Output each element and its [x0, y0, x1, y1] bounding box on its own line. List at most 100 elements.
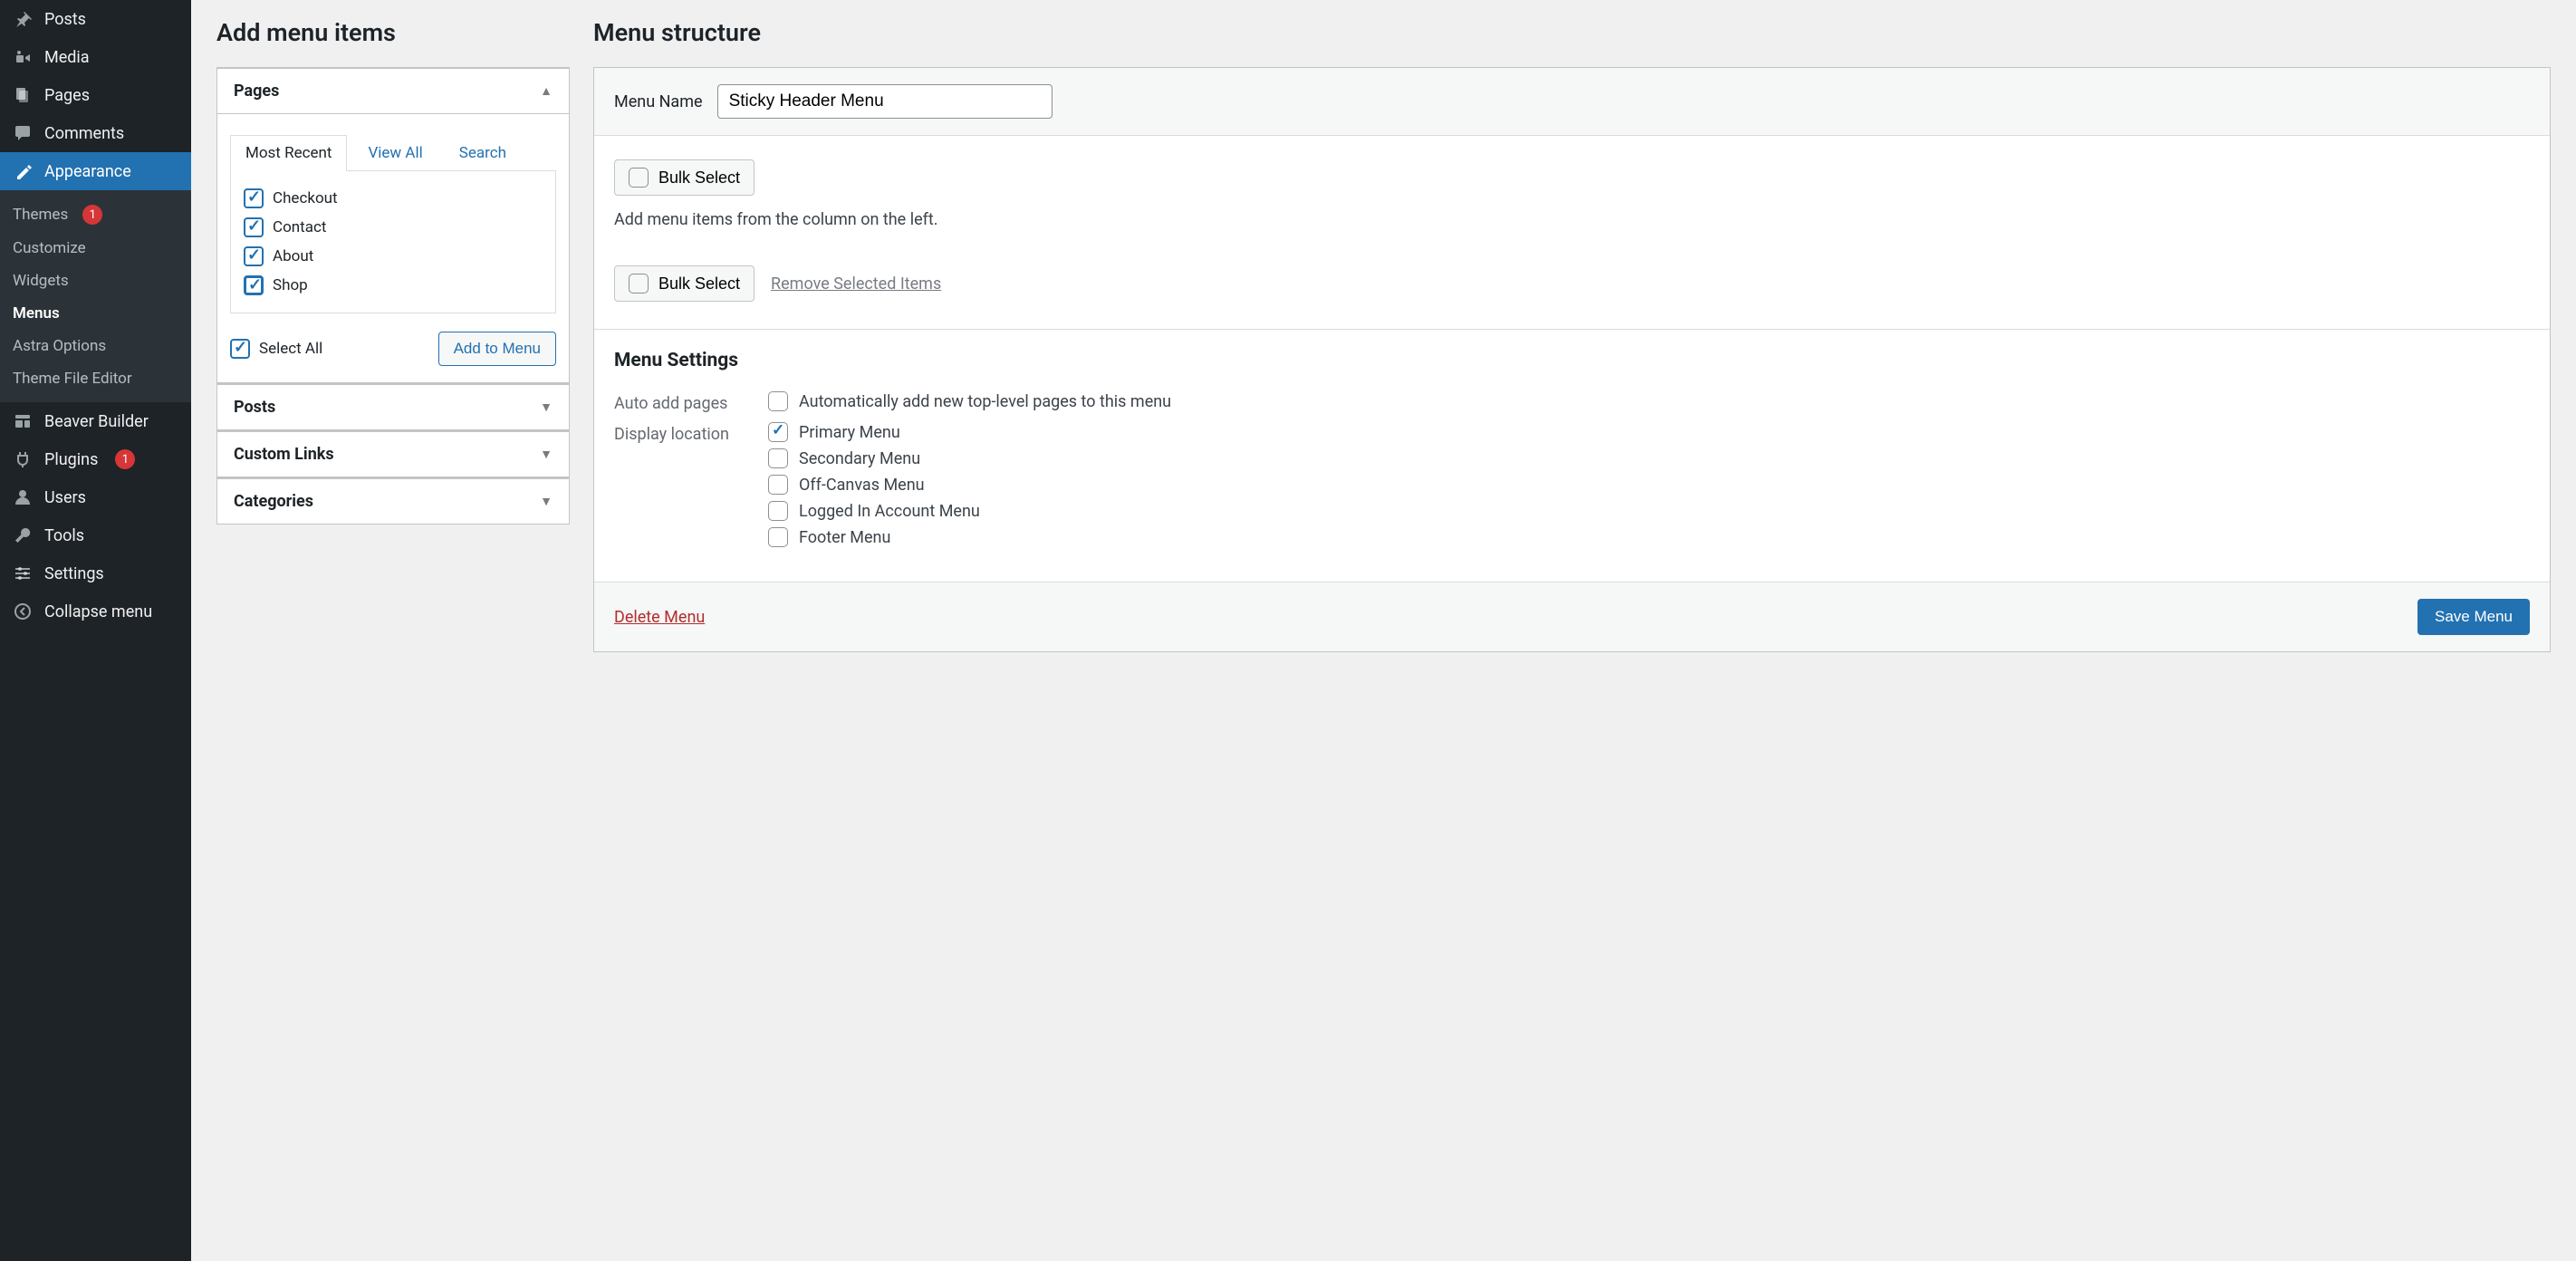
- sidebar-item-settings[interactable]: Settings: [0, 554, 191, 592]
- sidebar-item-users[interactable]: Users: [0, 478, 191, 516]
- sidebar-item-comments[interactable]: Comments: [0, 114, 191, 152]
- menu-structure-title: Menu structure: [593, 18, 2551, 47]
- location-label: Off-Canvas Menu: [799, 476, 925, 495]
- page-checkbox[interactable]: [244, 188, 264, 208]
- location-checkbox[interactable]: [768, 475, 788, 495]
- panel-footer: Delete Menu Save Menu: [594, 582, 2550, 651]
- page-item-shop[interactable]: Shop: [244, 271, 543, 300]
- posts-metabox: Posts ▼: [216, 383, 570, 430]
- sidebar-label: Collapse menu: [44, 602, 152, 621]
- page-item-checkout[interactable]: Checkout: [244, 184, 543, 213]
- update-badge: 1: [115, 449, 135, 469]
- location-checkbox[interactable]: [768, 501, 788, 521]
- page-label: About: [273, 247, 313, 265]
- collapse-icon: [13, 602, 33, 621]
- add-items-title: Add menu items: [216, 18, 570, 47]
- sidebar-label: Tools: [44, 526, 84, 545]
- sidebar-sub-label: Menus: [13, 304, 60, 322]
- select-all-label: Select All: [259, 340, 322, 358]
- location-secondary[interactable]: Secondary Menu: [768, 448, 980, 468]
- tab-view-all[interactable]: View All: [352, 135, 437, 171]
- admin-sidebar: Posts Media Pages Comments Appearance Th…: [0, 0, 191, 1261]
- location-footer[interactable]: Footer Menu: [768, 527, 980, 547]
- settings-icon: [13, 563, 33, 583]
- update-badge: 1: [82, 205, 102, 225]
- pages-accordion-toggle[interactable]: Pages ▲: [217, 68, 569, 113]
- add-menu-items-column: Add menu items Pages ▲ Most Recent View …: [216, 18, 570, 525]
- categories-accordion-toggle[interactable]: Categories ▼: [217, 478, 569, 524]
- appearance-submenu: Themes 1 Customize Widgets Menus Astra O…: [0, 190, 191, 402]
- location-checkbox[interactable]: [768, 527, 788, 547]
- custom-links-metabox: Custom Links ▼: [216, 430, 570, 477]
- custom-links-accordion-toggle[interactable]: Custom Links ▼: [217, 431, 569, 476]
- menu-settings-section: Menu Settings Auto add pages Automatical…: [594, 330, 2550, 582]
- main-content: Add menu items Pages ▲ Most Recent View …: [191, 0, 2576, 670]
- sidebar-item-plugins[interactable]: Plugins 1: [0, 440, 191, 478]
- menu-structure-panel: Menu Name Bulk Select Add menu items fro…: [593, 67, 2551, 652]
- page-item-contact[interactable]: Contact: [244, 213, 543, 242]
- caret-down-icon: ▼: [540, 494, 553, 509]
- auto-add-text: Automatically add new top-level pages to…: [799, 392, 1171, 411]
- location-checkbox[interactable]: [768, 448, 788, 468]
- sidebar-sub-themes[interactable]: Themes 1: [0, 197, 191, 232]
- bulk-select-label: Bulk Select: [658, 274, 740, 294]
- bulk-select-checkbox[interactable]: [629, 168, 649, 188]
- pages-accordion-label: Pages: [234, 82, 279, 101]
- sidebar-sub-widgets[interactable]: Widgets: [0, 265, 191, 297]
- pages-checklist: Checkout Contact About: [230, 171, 556, 313]
- sidebar-item-media[interactable]: Media: [0, 38, 191, 76]
- custom-links-accordion-label: Custom Links: [234, 445, 334, 464]
- plugins-icon: [13, 449, 33, 469]
- tools-icon: [13, 525, 33, 545]
- caret-up-icon: ▲: [540, 83, 553, 99]
- delete-menu-link[interactable]: Delete Menu: [614, 608, 705, 627]
- sidebar-sub-customize[interactable]: Customize: [0, 232, 191, 265]
- auto-add-label: Auto add pages: [614, 391, 732, 413]
- sidebar-sub-label: Customize: [13, 239, 86, 257]
- sidebar-item-beaver[interactable]: Beaver Builder: [0, 402, 191, 440]
- location-primary[interactable]: Primary Menu: [768, 422, 980, 442]
- bulk-select-bottom-button[interactable]: Bulk Select: [614, 265, 755, 302]
- sidebar-item-collapse[interactable]: Collapse menu: [0, 592, 191, 630]
- menu-settings-title: Menu Settings: [614, 350, 2530, 371]
- sidebar-label: Posts: [44, 10, 86, 29]
- sidebar-sub-astra[interactable]: Astra Options: [0, 330, 191, 362]
- select-all-checkbox[interactable]: [230, 339, 250, 359]
- location-checkbox[interactable]: [768, 422, 788, 442]
- sidebar-sub-themeeditor[interactable]: Theme File Editor: [0, 362, 191, 395]
- page-checkbox[interactable]: [244, 246, 264, 266]
- posts-accordion-label: Posts: [234, 398, 275, 417]
- menu-name-input[interactable]: [717, 84, 1053, 119]
- sidebar-item-pages[interactable]: Pages: [0, 76, 191, 114]
- location-label: Logged In Account Menu: [799, 502, 980, 521]
- menu-name-label: Menu Name: [614, 92, 703, 111]
- page-item-about[interactable]: About: [244, 242, 543, 271]
- page-checkbox[interactable]: [244, 217, 264, 237]
- bulk-select-top-button[interactable]: Bulk Select: [614, 159, 755, 196]
- sidebar-label: Media: [44, 48, 90, 67]
- sidebar-item-posts[interactable]: Posts: [0, 0, 191, 38]
- page-checkbox[interactable]: [244, 275, 264, 295]
- sidebar-item-tools[interactable]: Tools: [0, 516, 191, 554]
- bulk-select-label: Bulk Select: [658, 168, 740, 188]
- caret-down-icon: ▼: [540, 399, 553, 415]
- categories-accordion-label: Categories: [234, 492, 313, 511]
- select-all-row[interactable]: Select All: [230, 339, 322, 359]
- auto-add-checkbox[interactable]: [768, 391, 788, 411]
- tab-search[interactable]: Search: [444, 135, 522, 171]
- location-offcanvas[interactable]: Off-Canvas Menu: [768, 475, 980, 495]
- tab-most-recent[interactable]: Most Recent: [230, 135, 347, 171]
- display-location-options: Primary Menu Secondary Menu Off-Canvas M…: [768, 422, 980, 547]
- remove-selected-link: Remove Selected Items: [771, 274, 941, 294]
- posts-accordion-toggle[interactable]: Posts ▼: [217, 384, 569, 429]
- location-account[interactable]: Logged In Account Menu: [768, 501, 980, 521]
- sidebar-label: Comments: [44, 124, 124, 143]
- sidebar-item-appearance[interactable]: Appearance: [0, 152, 191, 190]
- auto-add-option[interactable]: Automatically add new top-level pages to…: [768, 391, 1171, 411]
- display-location-label: Display location: [614, 422, 732, 444]
- save-menu-button[interactable]: Save Menu: [2417, 599, 2530, 635]
- bulk-select-checkbox[interactable]: [629, 274, 649, 294]
- sidebar-label: Plugins: [44, 450, 98, 469]
- sidebar-sub-menus[interactable]: Menus: [0, 297, 191, 330]
- add-to-menu-button[interactable]: Add to Menu: [438, 332, 556, 366]
